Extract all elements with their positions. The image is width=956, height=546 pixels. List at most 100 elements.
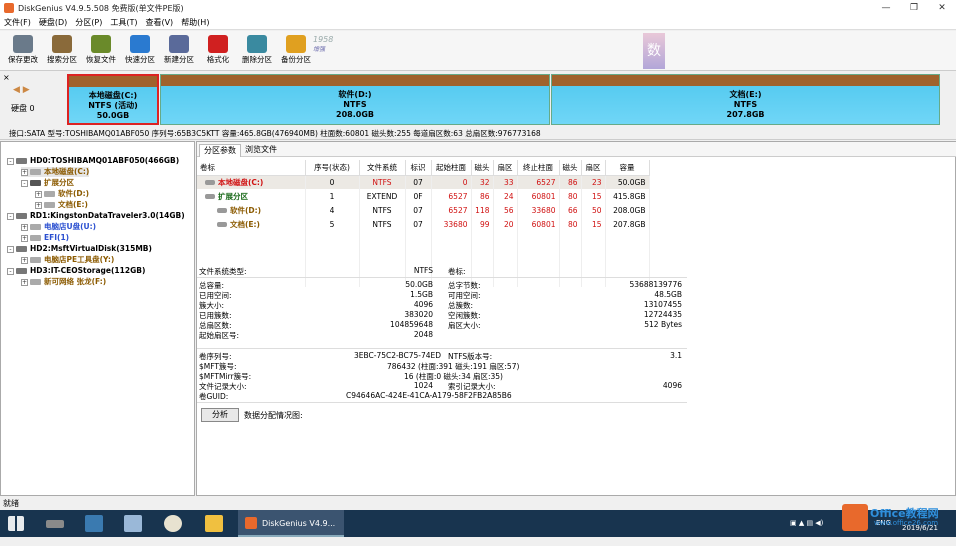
taskbar-app-diskgenius[interactable]: DiskGenius V4.9... [238, 510, 344, 537]
column-header[interactable]: 扇区 [581, 160, 606, 176]
menu-item[interactable]: 文件(F) [0, 16, 35, 30]
computer-icon[interactable] [85, 515, 103, 532]
tree-partition-node[interactable]: + 文档(E:) [35, 200, 88, 210]
start-icon[interactable] [8, 516, 24, 531]
minimize-button[interactable]: — [872, 0, 900, 16]
analyze-button[interactable]: 分析 [201, 408, 239, 422]
tree-partition-node[interactable]: + 电脑店PE工具盘(Y:) [21, 255, 114, 265]
table-cell: 文档(E:) [197, 217, 306, 231]
info-value: 13107455 [643, 300, 682, 309]
disk-nav-arrows[interactable]: ◀ ▶ [13, 85, 30, 95]
tree-partition-node[interactable]: - 扩展分区 [21, 178, 74, 188]
column-header[interactable]: 容量 [605, 160, 650, 176]
table-row[interactable]: 文档(E:) 5 NTFS 07 33680 99 20 60801 80 15 207.8GB [197, 217, 650, 231]
partition-bar-fs: NTFS [343, 100, 367, 109]
info-value: 383020 [404, 310, 433, 319]
expand-toggle-icon[interactable]: + [21, 168, 28, 176]
toolbar-button[interactable]: 格式化 [199, 33, 237, 69]
column-header[interactable]: 扇区 [493, 160, 518, 176]
table-cell: 6527 [517, 175, 560, 189]
partition-row-icon [217, 208, 227, 213]
cell-text: 07 [413, 219, 423, 229]
cell-text: 50.0GB [617, 177, 646, 187]
tree-partition-node[interactable]: + 电脑店U盘(U:) [21, 222, 96, 232]
tree-partition-node[interactable]: + 本地磁盘(C:) [21, 167, 90, 177]
expand-toggle-icon[interactable]: + [35, 201, 42, 209]
table-row[interactable]: 扩展分区 1 EXTEND 0F 6527 86 24 60801 80 15 415.8GB [197, 189, 650, 203]
column-header[interactable]: 文件系统 [359, 160, 406, 176]
toolbar-button[interactable]: 快速分区 [121, 33, 159, 69]
menu-item[interactable]: 分区(P) [71, 16, 106, 30]
expand-toggle-icon[interactable]: - [7, 245, 14, 253]
expand-toggle-icon[interactable]: - [7, 157, 14, 165]
folder-icon[interactable] [205, 515, 223, 532]
expand-toggle-icon[interactable]: + [21, 223, 28, 231]
close-button[interactable]: ✕ [928, 0, 956, 16]
expand-toggle-icon[interactable]: - [21, 179, 28, 187]
table-cell: 99 [471, 217, 494, 231]
table-cell: 07 [405, 217, 432, 231]
expand-toggle-icon[interactable]: + [21, 256, 28, 264]
table-row-empty [197, 231, 650, 245]
tree-partition-node[interactable]: + EFI(1) [21, 233, 69, 243]
toolbar-button[interactable]: 恢复文件 [82, 33, 120, 69]
table-cell: 6527 [431, 203, 472, 217]
table-row[interactable]: 本地磁盘(C:) 0 NTFS 07 0 32 33 6527 86 23 50.0GB [197, 175, 650, 189]
column-header[interactable]: 标识 [405, 160, 432, 176]
table-cell: NTFS [359, 203, 406, 217]
menu-item[interactable]: 查看(V) [141, 16, 177, 30]
menu-item[interactable]: 硬盘(D) [35, 16, 71, 30]
ad-banner-left[interactable]: 1958 增强 [313, 35, 343, 57]
tree-disk-node[interactable]: - RD1:KingstonDataTraveler3.0(14GB) [7, 211, 185, 221]
close-icon[interactable]: × [3, 73, 10, 82]
tray-icons[interactable]: ▣ ▲ ▤ ◀) [790, 510, 823, 537]
tab-browse-files[interactable]: 浏览文件 [241, 144, 281, 157]
tree-disk-node[interactable]: - HD2:MsftVirtualDisk(315MB) [7, 244, 152, 254]
office-logo-icon [842, 504, 868, 531]
toolbar-button[interactable]: 保存更改 [4, 33, 42, 69]
table-row[interactable]: 软件(D:) 4 NTFS 07 6527 118 56 33680 66 50 208.0GB [197, 203, 650, 217]
column-header[interactable]: 序号(状态) [305, 160, 360, 176]
tree-disk-node[interactable]: - HD0:TOSHIBAMQ01ABF050(466GB) [7, 156, 179, 166]
toolbar-button[interactable]: 备份分区 [277, 33, 315, 69]
network-icon[interactable] [124, 515, 142, 532]
expand-toggle-icon[interactable]: + [35, 190, 42, 198]
column-header[interactable]: 磁头 [471, 160, 494, 176]
partition-bar[interactable]: 本地磁盘(C:) NTFS (活动) 50.0GB [67, 74, 159, 125]
expand-toggle-icon[interactable]: + [21, 234, 28, 242]
column-header[interactable]: 终止柱面 [517, 160, 560, 176]
tree-partition-node[interactable]: + 新可网络 张龙(F:) [21, 277, 106, 287]
info-label: 扇区大小: [448, 321, 481, 330]
ad-banner-right[interactable]: 数 [643, 33, 665, 69]
drive-icon[interactable] [46, 520, 64, 528]
expand-toggle-icon[interactable]: - [7, 267, 14, 275]
table-cell: 15 [581, 189, 606, 203]
cell-text: 0 [329, 177, 335, 187]
tree-node-label: 新可网络 张龙(F:) [44, 277, 107, 286]
expand-toggle-icon[interactable]: + [21, 278, 28, 286]
cell-text: 33680 [531, 205, 556, 215]
toolbar-button[interactable]: 删除分区 [238, 33, 276, 69]
column-header[interactable]: 磁头 [559, 160, 582, 176]
table-cell: 6527 [431, 189, 472, 203]
partition-icon [30, 224, 41, 230]
column-header[interactable]: 起始柱面 [431, 160, 472, 176]
tree-partition-node[interactable]: + 软件(D:) [35, 189, 89, 199]
maximize-button[interactable]: ❐ [900, 0, 928, 16]
search-tool-icon[interactable] [164, 515, 182, 532]
tree-disk-node[interactable]: - HD3:IT-CEOStorage(112GB) [7, 266, 145, 276]
ntfs-version-value: 3.1 [670, 351, 682, 360]
partition-bar[interactable]: 文档(E:) NTFS 207.8GB [551, 74, 940, 125]
table-cell: 本地磁盘(C:) [197, 175, 306, 189]
toolbar-button[interactable]: 搜索分区 [43, 33, 81, 69]
menu-item[interactable]: 工具(T) [106, 16, 141, 30]
cell-text: 4 [329, 205, 335, 215]
menu-item[interactable]: 帮助(H) [177, 16, 213, 30]
column-header[interactable]: 卷标 [197, 160, 306, 176]
partition-bar[interactable]: 软件(D:) NTFS 208.0GB [160, 74, 550, 125]
tab-partition-params[interactable]: 分区参数 [199, 144, 241, 157]
toolbar-button[interactable]: 新建分区 [160, 33, 198, 69]
table-cell: 5 [305, 217, 360, 231]
expand-toggle-icon[interactable]: - [7, 212, 14, 220]
partition-bar-name: 文档(E:) [729, 90, 762, 99]
